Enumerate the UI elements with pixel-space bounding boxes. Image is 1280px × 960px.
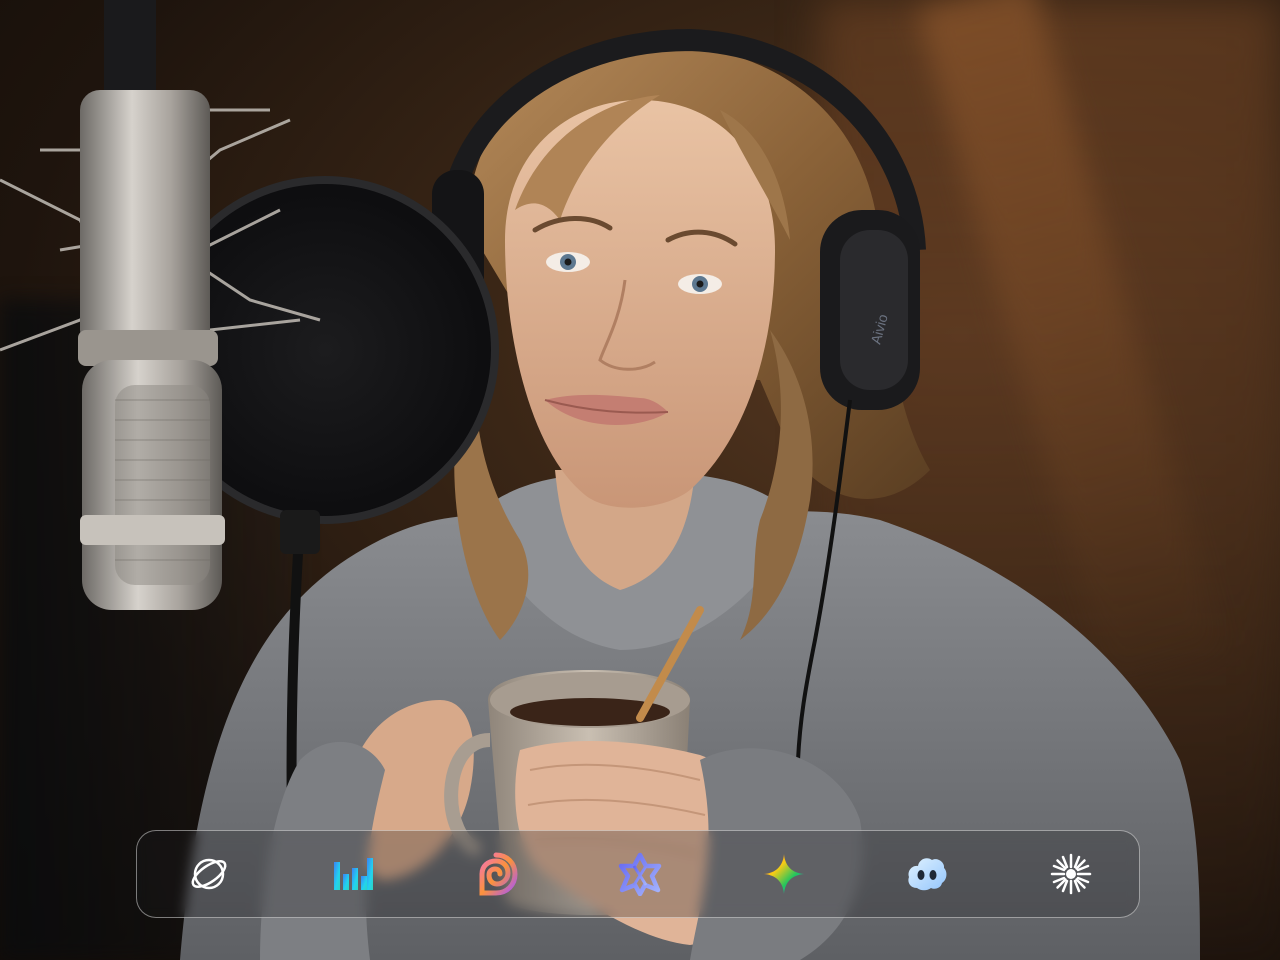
dock-app-5[interactable] <box>760 850 808 898</box>
dock-app-4[interactable] <box>616 850 664 898</box>
spiral-swirl-icon <box>479 852 518 896</box>
background-photo: Aivio <box>0 0 1280 960</box>
dock-app-7[interactable] <box>1047 850 1095 898</box>
dock-app-2[interactable] <box>329 850 377 898</box>
cloud-face-icon <box>908 858 947 891</box>
dock-app-3[interactable] <box>472 850 520 898</box>
dock-app-6[interactable] <box>903 850 951 898</box>
star-hexagram-icon <box>618 852 662 896</box>
dock-app-1[interactable] <box>185 850 233 898</box>
app-dock <box>136 830 1140 918</box>
bar-chart-icon <box>333 858 373 890</box>
sunburst-icon <box>1050 853 1092 895</box>
orbit-ring-icon <box>191 858 227 890</box>
podcast-woman-illustration: Aivio <box>0 0 1200 960</box>
sparkle-diamond-icon <box>763 854 804 894</box>
